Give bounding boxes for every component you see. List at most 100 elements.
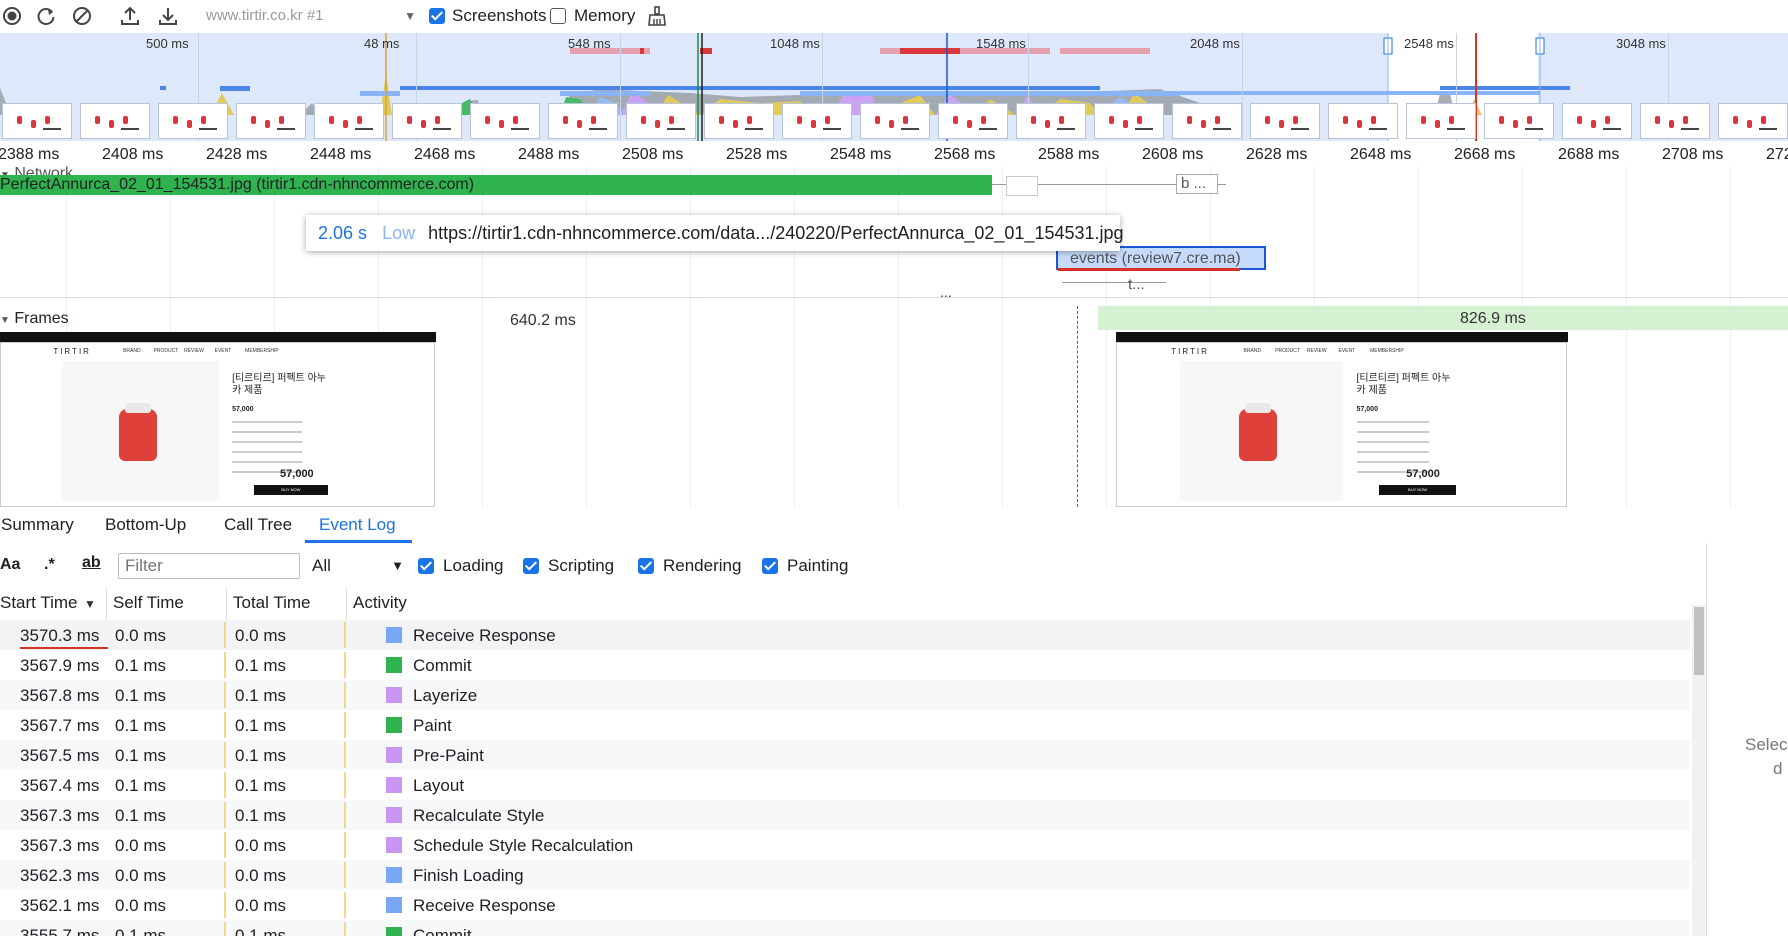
- checkbox-painting[interactable]: [762, 558, 778, 574]
- recording-select[interactable]: www.tirtir.co.kr #1 ▼: [198, 4, 420, 28]
- table-row[interactable]: 3570.3 ms 0.0 ms 0.0 ms Receive Response: [0, 620, 1690, 650]
- tab-summary[interactable]: Summary: [1, 515, 74, 535]
- thumb-product-mark: [1577, 116, 1582, 124]
- filter-input[interactable]: [118, 553, 300, 579]
- overview-screenshot-thumb[interactable]: [938, 103, 1008, 139]
- overview-screenshot-thumb[interactable]: [1328, 103, 1398, 139]
- frames-track-header[interactable]: ▼ Frames: [0, 310, 69, 328]
- regex-button[interactable]: .*: [44, 556, 55, 574]
- overview-screenshot-thumb[interactable]: [470, 103, 540, 139]
- overview-screenshot-thumb[interactable]: [1094, 103, 1164, 139]
- thumb-line: [1525, 128, 1543, 130]
- category-select[interactable]: All ▼: [304, 553, 404, 579]
- events-underline: [1058, 268, 1240, 271]
- memory-checkbox[interactable]: [550, 8, 566, 24]
- overview-screenshot-thumb[interactable]: [80, 103, 150, 139]
- table-row[interactable]: 3567.9 ms 0.1 ms 0.1 ms Commit: [0, 650, 1690, 680]
- table-row[interactable]: 3555.7 ms 0.1 ms 0.1 ms Commit: [0, 920, 1690, 936]
- category-select-value: All: [312, 556, 331, 575]
- header-start-time[interactable]: Start Time: [0, 593, 77, 613]
- table-row[interactable]: 3567.3 ms 0.0 ms 0.0 ms Schedule Style Reca…: [0, 830, 1690, 860]
- frame-screenshot-1[interactable]: TIRTIR BRAND PRODUCT REVIEW EVENT MEMBERSHIP […: [0, 332, 436, 507]
- scrollbar-track[interactable]: [1692, 605, 1706, 936]
- timeline-overview[interactable]: 500 ms 48 ms 548 ms 1048 ms 1548 ms 2048 ms 25…: [0, 33, 1788, 141]
- thumb-line: [277, 128, 295, 130]
- tab-event-log[interactable]: Event Log: [319, 515, 396, 535]
- header-total-time[interactable]: Total Time: [233, 593, 310, 613]
- table-row[interactable]: 3567.8 ms 0.1 ms 0.1 ms Layerize: [0, 680, 1690, 710]
- track-divider: [0, 297, 1788, 298]
- cell-total-time: 0.1 ms: [235, 806, 287, 825]
- time-ruler[interactable]: 2388 ms 2408 ms 2428 ms 2448 ms 2468 ms 2488 …: [0, 141, 1788, 167]
- overview-screenshot-thumb[interactable]: [1250, 103, 1320, 139]
- self-time-bar: [224, 652, 226, 678]
- sort-descending-icon[interactable]: ▼: [84, 597, 96, 611]
- header-activity[interactable]: Activity: [353, 593, 407, 613]
- ruler-tick-label: 2588 ms: [1038, 146, 1100, 163]
- checkbox-scripting[interactable]: [523, 558, 539, 574]
- overview-screenshot-thumb[interactable]: [1562, 103, 1632, 139]
- overview-screenshot-thumb[interactable]: [236, 103, 306, 139]
- upload-icon[interactable]: [118, 4, 142, 28]
- thumb-product-mark: [31, 120, 36, 128]
- match-case-button[interactable]: Aa: [0, 556, 20, 574]
- scrollbar-thumb[interactable]: [1694, 607, 1704, 675]
- thumb-product-mark: [1045, 120, 1050, 128]
- header-self-time[interactable]: Self Time: [113, 593, 184, 613]
- thumb-product-mark: [279, 116, 284, 124]
- download-icon[interactable]: [156, 4, 180, 28]
- overview-screenshot-thumb[interactable]: [314, 103, 384, 139]
- record-icon[interactable]: [0, 4, 24, 28]
- checkbox-loading[interactable]: [418, 558, 434, 574]
- overview-screenshot-thumb[interactable]: [392, 103, 462, 139]
- network-request-t[interactable]: t...: [1128, 276, 1168, 294]
- overview-screenshot-thumb[interactable]: [1640, 103, 1710, 139]
- shot-price: 57,000: [1406, 468, 1440, 480]
- table-row[interactable]: 3562.3 ms 0.0 ms 0.0 ms Finish Loading: [0, 860, 1690, 890]
- overview-screenshot-thumb[interactable]: [1718, 103, 1788, 139]
- table-row[interactable]: 3562.1 ms 0.0 ms 0.0 ms Receive Response: [0, 890, 1690, 920]
- overview-screenshot-thumb[interactable]: [782, 103, 852, 139]
- overview-screenshot-thumb[interactable]: [860, 103, 930, 139]
- cell-activity: Recalculate Style: [413, 806, 545, 825]
- overview-screenshot-thumb[interactable]: [704, 103, 774, 139]
- tab-call-tree[interactable]: Call Tree: [224, 515, 292, 535]
- thumb-product-mark: [407, 116, 412, 124]
- checkbox-rendering[interactable]: [638, 558, 654, 574]
- overview-screenshot-thumb[interactable]: [158, 103, 228, 139]
- self-time-bar: [224, 922, 226, 936]
- label-scripting: Scripting: [548, 556, 615, 575]
- thumb-product-mark: [1137, 116, 1142, 124]
- overview-screenshot-thumb[interactable]: [548, 103, 618, 139]
- thumb-line: [1681, 128, 1699, 130]
- thumb-product-mark: [577, 120, 582, 128]
- network-request-b[interactable]: b ...: [1176, 174, 1218, 194]
- overview-screenshot-thumb[interactable]: [2, 103, 72, 139]
- overview-screenshot-thumb[interactable]: [1406, 103, 1476, 139]
- overview-screenshot-thumb[interactable]: [1484, 103, 1554, 139]
- overview-screenshot-thumb[interactable]: [1172, 103, 1242, 139]
- frame-screenshot-2[interactable]: TIRTIR BRAND PRODUCT REVIEW EVENT MEMBERSHIP […: [1116, 332, 1568, 507]
- network-request-bar[interactable]: PerfectAnnurca_02_01_154531.jpg (tirtir1…: [0, 175, 992, 195]
- thumb-product-mark: [343, 120, 348, 128]
- tab-bottom-up[interactable]: Bottom-Up: [105, 515, 186, 535]
- timeline-flamechart[interactable]: ▼ Network PerfectAnnurca_02_01_154531.jp…: [0, 166, 1788, 507]
- cell-start-time: 3567.3 ms: [20, 806, 100, 825]
- frame-bar-2[interactable]: 826.9 ms: [1098, 306, 1788, 330]
- table-row[interactable]: 3567.4 ms 0.1 ms 0.1 ms Layout: [0, 770, 1690, 800]
- ruler-tick-label: 2408 ms: [102, 146, 164, 163]
- thumb-line: [355, 128, 373, 130]
- thumb-product-mark: [1761, 116, 1766, 124]
- broom-icon[interactable]: [645, 4, 669, 28]
- table-row[interactable]: 3567.3 ms 0.1 ms 0.1 ms Recalculate Style: [0, 800, 1690, 830]
- clear-icon[interactable]: [70, 4, 94, 28]
- table-row[interactable]: 3567.5 ms 0.1 ms 0.1 ms Pre-Paint: [0, 740, 1690, 770]
- table-row[interactable]: 3567.7 ms 0.1 ms 0.1 ms Paint: [0, 710, 1690, 740]
- overview-screenshot-thumb[interactable]: [626, 103, 696, 139]
- event-log-filter-bar: Aa .* ab All ▼ Loading Scripting Rendering…: [0, 543, 1706, 590]
- overview-screenshot-thumb[interactable]: [1016, 103, 1086, 139]
- reload-icon[interactable]: [34, 4, 58, 28]
- screenshots-checkbox[interactable]: [429, 8, 445, 24]
- whole-word-button[interactable]: ab: [82, 554, 101, 572]
- activity-color-swatch: [386, 627, 402, 643]
